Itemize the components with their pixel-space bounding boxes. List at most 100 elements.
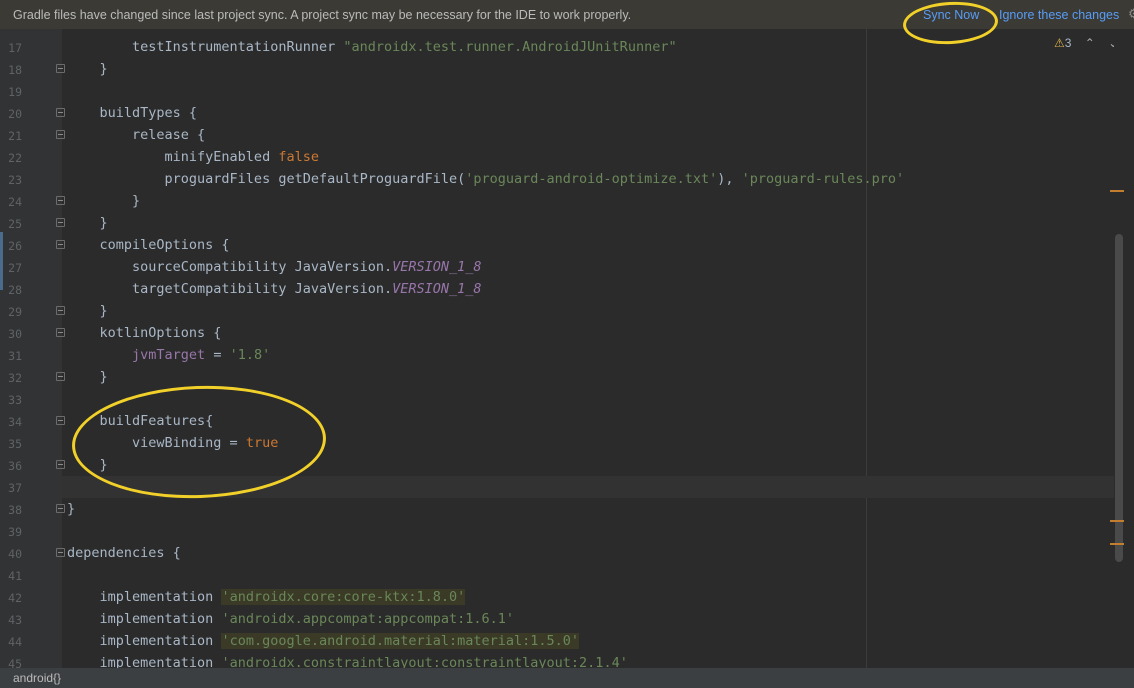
code-text: buildFeatures{ (67, 413, 214, 429)
line-number: 36 (8, 459, 22, 473)
line-number: 39 (8, 525, 22, 539)
code-line[interactable]: 38} (0, 498, 1134, 520)
line-number: 25 (8, 217, 22, 231)
code-line[interactable]: 40 dependencies { (0, 542, 1134, 564)
line-number: 29 (8, 305, 22, 319)
fold-toggle-icon[interactable] (56, 416, 65, 425)
line-number: 37 (8, 481, 22, 495)
line-number: 27 (8, 261, 22, 275)
fold-toggle-icon[interactable] (56, 460, 65, 469)
previous-highlight-icon[interactable]: ⌃ (1085, 36, 1095, 50)
fold-toggle-icon[interactable] (56, 108, 65, 117)
code-line[interactable]: 33 (0, 388, 1134, 410)
fold-toggle-icon[interactable] (56, 218, 65, 227)
line-number: 35 (8, 437, 22, 451)
gradle-sync-banner: Gradle files have changed since last pro… (0, 0, 1134, 29)
banner-message: Gradle files have changed since last pro… (13, 8, 632, 22)
code-line[interactable]: 21 release { (0, 124, 1134, 146)
code-line[interactable]: 29 } (0, 300, 1134, 322)
line-number: 31 (8, 349, 22, 363)
fold-toggle-icon[interactable] (56, 130, 65, 139)
code-line[interactable]: 24 } (0, 190, 1134, 212)
code-text: implementation 'com.google.android.mater… (67, 633, 580, 649)
fold-toggle-icon[interactable] (56, 64, 65, 73)
code-line[interactable]: 22 minifyEnabled false (0, 146, 1134, 168)
code-text: } (67, 193, 141, 209)
line-number: 38 (8, 503, 22, 517)
warning-stripe-marker[interactable] (1110, 543, 1124, 545)
line-number: 43 (8, 613, 22, 627)
code-line[interactable]: 37 (0, 476, 1134, 498)
line-number: 24 (8, 195, 22, 209)
ignore-changes-link[interactable]: Ignore these changes (999, 8, 1119, 22)
code-text: } (67, 61, 108, 77)
warning-icon: ⚠ (1054, 36, 1065, 50)
code-line[interactable]: 30 kotlinOptions { (0, 322, 1134, 344)
scrollbar-thumb[interactable] (1115, 234, 1123, 562)
breadcrumb[interactable]: android{} (13, 671, 61, 685)
code-text: implementation 'androidx.appcompat:appco… (67, 611, 515, 627)
code-line[interactable]: 18 } (0, 58, 1134, 80)
code-line[interactable]: 32 } (0, 366, 1134, 388)
code-line[interactable]: 28 targetCompatibility JavaVersion.VERSI… (0, 278, 1134, 300)
code-text: } (67, 369, 108, 385)
warning-count: 3 (1064, 36, 1072, 50)
code-text: } (67, 215, 108, 231)
line-number: 21 (8, 129, 22, 143)
code-text: buildTypes { (67, 105, 198, 121)
line-number: 22 (8, 151, 22, 165)
fold-toggle-icon[interactable] (56, 328, 65, 337)
code-line[interactable]: 27 sourceCompatibility JavaVersion.VERSI… (0, 256, 1134, 278)
code-text: } (67, 501, 76, 517)
settings-gear-icon[interactable]: ⚙ (1128, 6, 1134, 22)
code-text: testInstrumentationRunner "androidx.test… (67, 39, 677, 55)
code-line[interactable]: 19 (0, 80, 1134, 102)
code-text: sourceCompatibility JavaVersion.VERSION_… (67, 259, 482, 275)
code-line[interactable]: 43 implementation 'androidx.appcompat:ap… (0, 608, 1134, 630)
code-text: proguardFiles getDefaultProguardFile('pr… (67, 171, 905, 187)
code-line[interactable]: 42 implementation 'androidx.core:core-kt… (0, 586, 1134, 608)
code-line[interactable]: 31 jvmTarget = '1.8' (0, 344, 1134, 366)
fold-toggle-icon[interactable] (56, 504, 65, 513)
line-number: 20 (8, 107, 22, 121)
code-line[interactable]: 44 implementation 'com.google.android.ma… (0, 630, 1134, 652)
code-text: implementation 'androidx.core:core-ktx:1… (67, 589, 466, 605)
line-number: 34 (8, 415, 22, 429)
code-text: minifyEnabled false (67, 149, 319, 165)
line-number: 17 (8, 41, 22, 55)
warning-stripe-marker[interactable] (1110, 190, 1124, 192)
line-number: 30 (8, 327, 22, 341)
fold-toggle-icon[interactable] (56, 240, 65, 249)
code-line[interactable]: 25 } (0, 212, 1134, 234)
code-text: } (67, 303, 108, 319)
code-line[interactable]: 34 buildFeatures{ (0, 410, 1134, 432)
line-number: 33 (8, 393, 22, 407)
code-line[interactable]: 41 (0, 564, 1134, 586)
line-number: 18 (8, 63, 22, 77)
code-text: jvmTarget = '1.8' (132, 347, 271, 363)
fold-toggle-icon[interactable] (56, 372, 65, 381)
code-line[interactable]: 39 (0, 520, 1134, 542)
line-number: 19 (8, 85, 22, 99)
code-line[interactable]: 17 testInstrumentationRunner "androidx.t… (0, 36, 1134, 58)
line-number: 32 (8, 371, 22, 385)
inspection-widget[interactable]: ⚠3 ⌃ ⌄ (1054, 36, 1118, 50)
status-bar: android{} (0, 668, 1134, 688)
fold-toggle-icon[interactable] (56, 548, 65, 557)
warning-stripe-marker[interactable] (1110, 520, 1124, 522)
line-number: 44 (8, 635, 22, 649)
code-line[interactable]: 23 proguardFiles getDefaultProguardFile(… (0, 168, 1134, 190)
code-line[interactable]: 26 compileOptions { (0, 234, 1134, 256)
line-number: 40 (8, 547, 22, 561)
fold-toggle-icon[interactable] (56, 196, 65, 205)
sync-now-link[interactable]: Sync Now (923, 8, 979, 22)
code-text: dependencies { (67, 545, 181, 561)
code-line[interactable]: 35 viewBinding = true (0, 432, 1134, 454)
code-text: kotlinOptions { (67, 325, 222, 341)
code-line[interactable]: 20 buildTypes { (0, 102, 1134, 124)
line-number: 23 (8, 173, 22, 187)
code-line[interactable]: 36 } (0, 454, 1134, 476)
fold-toggle-icon[interactable] (56, 306, 65, 315)
line-number: 28 (8, 283, 22, 297)
code-text: targetCompatibility JavaVersion.VERSION_… (67, 281, 482, 297)
